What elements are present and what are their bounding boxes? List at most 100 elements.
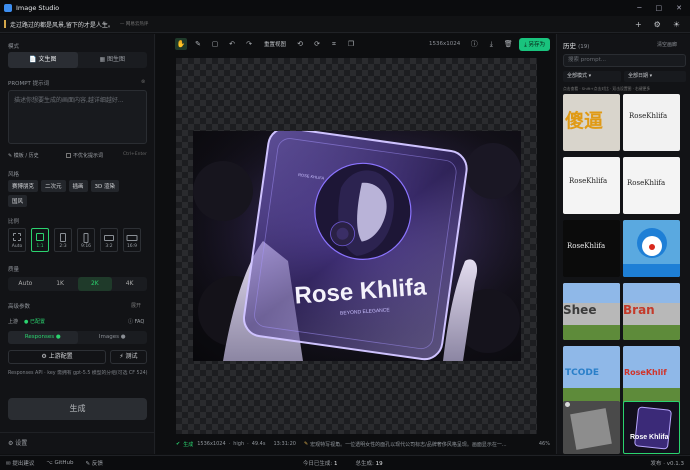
brush-tool-icon[interactable]: ✎: [192, 38, 204, 50]
history-thumb[interactable]: RoseKhlif: [623, 346, 680, 403]
history-thumb[interactable]: [563, 401, 620, 454]
status-time: 13:31:20: [273, 441, 296, 447]
clear-gallery-button[interactable]: 清空画廊: [657, 41, 677, 48]
zoom-level: 46%: [538, 441, 550, 447]
quality-4k[interactable]: 4K: [112, 277, 147, 291]
quality-options: Auto 1K 2K 4K: [8, 277, 147, 291]
style-chip-illustration[interactable]: 插画: [68, 180, 88, 192]
history-thumb[interactable]: RoseKhlifa: [623, 157, 680, 214]
history-thumb[interactable]: [623, 220, 680, 277]
status-dims: 1536x1024: [197, 441, 226, 447]
style-chips-row2: 国风: [8, 195, 30, 207]
advanced-toggle[interactable]: 展开: [131, 302, 141, 309]
history-thumb[interactable]: RoseKhlifa: [563, 157, 620, 214]
tab-responses[interactable]: Responses ●: [8, 331, 78, 344]
minimize-button[interactable]: ─: [637, 4, 641, 12]
upstream-label: 上游: [8, 319, 19, 325]
delete-icon[interactable]: 🗑: [502, 38, 514, 50]
feedback-link[interactable]: ✎ 反馈: [86, 459, 103, 467]
daily-quote: 走过路过的都是风景,留下的才是人生。: [10, 21, 114, 29]
today-count: 今日已生成: 1: [302, 461, 338, 467]
ratio-auto[interactable]: Auto: [8, 228, 26, 252]
quote-source: — 网易云热评: [119, 22, 149, 27]
quote-marker: [4, 20, 6, 28]
prompt-input[interactable]: 描述你想要生成的画面内容,越详细越好...: [8, 90, 147, 144]
reset-view-button[interactable]: 重置视图: [264, 40, 286, 48]
tab-image-to-image[interactable]: ▦ 图生图: [78, 52, 148, 68]
upstream-config-button[interactable]: ⚙ 上游配置: [8, 350, 106, 364]
copy-icon[interactable]: ❐: [345, 38, 357, 50]
style-chip-anime[interactable]: 二次元: [41, 180, 66, 192]
history-thumb-selected[interactable]: Rose Khlifa: [623, 401, 680, 454]
history-title: 历史 (19): [563, 42, 590, 50]
prompt-label: PROMPT 提示词: [8, 81, 50, 87]
settings-icon[interactable]: ⚙: [654, 20, 661, 29]
undo-icon[interactable]: ↶: [226, 38, 238, 50]
test-button[interactable]: ⚡ 测试: [110, 350, 147, 364]
quality-auto[interactable]: Auto: [8, 277, 43, 291]
style-chip-3d[interactable]: 3D 渲染: [90, 180, 120, 192]
status-icon: ✔: [176, 441, 181, 447]
style-chip-cyberpunk[interactable]: 赛博朋克: [8, 180, 39, 192]
history-thumb[interactable]: Bran: [623, 283, 680, 340]
history-thumb[interactable]: TCODE: [563, 346, 620, 403]
ratio-1-1[interactable]: 1:1: [31, 228, 49, 252]
quality-label: 质量: [8, 267, 20, 273]
title-bar: Image Studio ─ □ ✕: [0, 0, 690, 16]
close-button[interactable]: ✕: [676, 4, 682, 12]
history-thumb[interactable]: Shee: [563, 283, 620, 340]
api-note: Responses API · key 需拥有 gpt-5.5 模型的分组(可选…: [8, 371, 148, 376]
download-icon[interactable]: ⤓: [485, 38, 497, 50]
checkbox-box[interactable]: [66, 153, 71, 158]
prompt-clear-icon[interactable]: ⊗: [141, 79, 145, 85]
save-as-button[interactable]: ⤓ 另存为: [519, 37, 550, 51]
image-art: Rose Khlifa BEYOND ELEGANCE ROSE KHLIFA: [193, 131, 521, 361]
api-tabs: Responses ● Images ●: [8, 331, 147, 344]
add-icon[interactable]: +: [635, 20, 642, 29]
footer-bar: ✉ 提出建议 ⌥ GitHub ✎ 反馈 今日已生成: 1 总生成: 19 发布…: [0, 455, 690, 470]
info-icon[interactable]: ⓘ: [468, 38, 480, 50]
suggest-link[interactable]: ✉ 提出建议: [6, 459, 34, 467]
crop-icon[interactable]: ⌗: [328, 38, 340, 50]
generate-button[interactable]: 生成: [8, 398, 147, 420]
github-link[interactable]: ⌥ GitHub: [46, 460, 73, 466]
upstream-status: ● 已配置: [24, 319, 45, 325]
history-panel: 历史 (19) 清空画廊 搜索 prompt... 全部模式 ▾ 全部日期 ▾ …: [556, 34, 690, 454]
tab-images[interactable]: Images ●: [78, 331, 148, 344]
left-panel: 模式 📄 文生图 ▦ 图生图 PROMPT 提示词 ⊗ 描述你想要生成的画面内容…: [0, 34, 155, 454]
total-count: 总生成: 19: [355, 461, 383, 467]
history-search-input[interactable]: 搜索 prompt...: [563, 54, 686, 67]
history-thumb[interactable]: RoseKhlifa: [623, 94, 680, 151]
prompt-icon: ✎: [303, 441, 309, 447]
quality-1k[interactable]: 1K: [43, 277, 78, 291]
quality-2k[interactable]: 2K: [77, 277, 113, 291]
style-chip-guofeng[interactable]: 国风: [8, 195, 28, 207]
ratio-9-16[interactable]: 9:16: [77, 228, 95, 252]
canvas-toolbar: ✋ ✎ ▢ ↶ ↷ 重置视图 ⟲ ⟳ ⌗ ❐ 1536x1024 ⓘ ⤓ 🗑 ⤓…: [175, 36, 550, 52]
rotate-left-icon[interactable]: ⟲: [294, 38, 306, 50]
tab-text-to-image[interactable]: 📄 文生图: [8, 52, 78, 68]
divider: [0, 432, 154, 433]
generated-image[interactable]: Rose Khlifa BEYOND ELEGANCE ROSE KHLIFA: [193, 131, 521, 361]
ratio-2-3[interactable]: 2:3: [54, 228, 72, 252]
history-thumb[interactable]: 傻逼: [563, 94, 620, 151]
ratio-3-2[interactable]: 3:2: [100, 228, 118, 252]
select-tool-icon[interactable]: ▢: [209, 38, 221, 50]
rotate-right-icon[interactable]: ⟳: [311, 38, 323, 50]
history-thumb[interactable]: RoseKhlifa: [563, 220, 620, 277]
history-hint: 点击查看 · Shift+点击对比 · 双击设置图 · 右键更多: [563, 86, 651, 91]
template-history-button[interactable]: ✎ 模板 / 历史: [8, 152, 39, 159]
style-label: 风格: [8, 172, 20, 178]
settings-link[interactable]: ⚙ 设置: [8, 438, 27, 447]
filter-mode-select[interactable]: 全部模式 ▾: [563, 71, 621, 82]
no-optimize-checkbox[interactable]: 不优化提示词: [66, 152, 103, 159]
filter-date-select[interactable]: 全部日期 ▾: [624, 71, 686, 82]
maximize-button[interactable]: □: [656, 4, 663, 12]
faq-link[interactable]: ⓘ FAQ: [128, 318, 144, 325]
ratio-16-9[interactable]: 16:9: [123, 228, 141, 252]
app-icon: [4, 4, 12, 12]
hand-tool-icon[interactable]: ✋: [175, 38, 187, 50]
window-title: Image Studio: [16, 4, 60, 12]
theme-icon[interactable]: ☀: [673, 20, 680, 29]
redo-icon[interactable]: ↷: [243, 38, 255, 50]
